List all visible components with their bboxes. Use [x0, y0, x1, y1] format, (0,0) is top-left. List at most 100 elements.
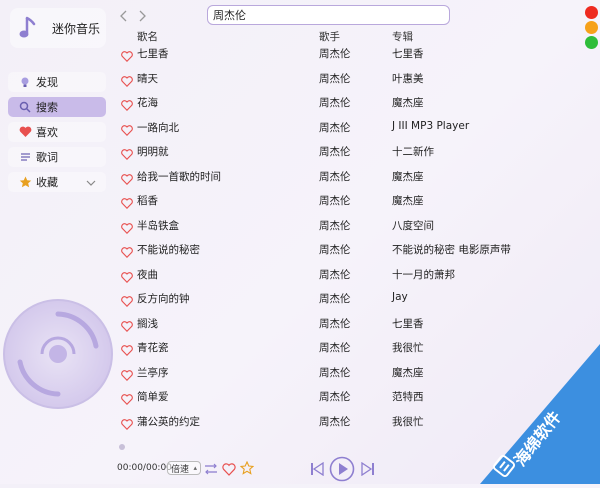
song-album: 魔杰座	[392, 366, 424, 379]
song-title: 给我一首歌的时间	[137, 170, 221, 183]
table-row[interactable]: 夜曲 周杰伦 十一月的萧邦	[0, 263, 520, 288]
song-album: 叶惠美	[392, 72, 424, 85]
song-album: 七里香	[392, 317, 424, 330]
next-button[interactable]	[360, 461, 376, 477]
heart-outline-icon[interactable]	[121, 145, 133, 160]
song-artist: 周杰伦	[319, 97, 351, 109]
song-album: 七里香	[392, 48, 424, 60]
like-button[interactable]	[222, 462, 236, 476]
heart-outline-icon[interactable]	[121, 366, 133, 381]
progress-handle[interactable]	[119, 444, 125, 450]
song-title: 蒲公英的约定	[137, 415, 200, 428]
table-row[interactable]: 搁浅 周杰伦 七里香	[0, 312, 520, 337]
song-album: Jay	[392, 291, 408, 303]
song-album: 魔杰座	[392, 195, 424, 207]
song-list: 七里香 周杰伦 七里香 晴天 周杰伦 叶惠美 花海 周杰伦 魔杰座 一路向北 周杰伦 J III MP…	[0, 42, 520, 434]
table-row[interactable]: 蒲公英的约定 周杰伦 我很忙	[0, 410, 520, 435]
song-album: J III MP3 Player	[392, 119, 470, 132]
table-row[interactable]: 晴天 周杰伦 叶惠美	[0, 67, 520, 92]
table-row[interactable]: 青花瓷 周杰伦 我很忙	[0, 336, 520, 361]
table-row[interactable]: 七里香 周杰伦 七里香	[0, 42, 520, 67]
list-loop-icon	[205, 463, 217, 475]
song-title: 一路向北	[137, 121, 179, 134]
chevron-right-icon	[139, 10, 146, 22]
heart-outline-icon[interactable]	[121, 121, 133, 136]
song-title: 兰亭序	[137, 366, 169, 379]
table-header: 歌名 歌手 专辑	[0, 29, 500, 43]
song-title: 晴天	[137, 72, 158, 85]
song-artist: 周杰伦	[319, 415, 351, 428]
table-row[interactable]: 兰亭序 周杰伦 魔杰座	[0, 361, 520, 386]
song-title: 夜曲	[137, 268, 158, 281]
speed-label: 倍速	[171, 464, 190, 475]
song-album: 范特西	[392, 391, 424, 403]
heart-outline-icon[interactable]	[121, 415, 133, 430]
heart-outline-icon[interactable]	[121, 96, 133, 111]
chevron-updown-icon: ▴	[193, 464, 197, 472]
song-album: 我很忙	[392, 342, 424, 354]
heart-outline-icon[interactable]	[121, 317, 133, 332]
forward-button[interactable]	[136, 10, 148, 22]
song-album: 不能说的秘密 电影原声带	[392, 244, 511, 256]
song-artist: 周杰伦	[319, 219, 351, 232]
table-row[interactable]: 花海 周杰伦 魔杰座	[0, 91, 520, 116]
play-icon	[329, 456, 355, 482]
collect-button[interactable]	[240, 461, 254, 475]
table-row[interactable]: 不能说的秘密 周杰伦 不能说的秘密 电影原声带	[0, 238, 520, 263]
song-title: 青花瓷	[137, 342, 169, 354]
speed-select[interactable]: 倍速 ▴	[167, 461, 201, 475]
song-artist: 周杰伦	[319, 268, 351, 281]
song-artist: 周杰伦	[319, 195, 351, 207]
heart-outline-icon[interactable]	[121, 341, 133, 356]
heart-outline-icon	[222, 462, 236, 476]
heart-outline-icon[interactable]	[121, 72, 133, 87]
skip-next-icon	[361, 462, 374, 476]
window-minimize-button[interactable]	[585, 21, 598, 34]
window-maximize-button[interactable]	[585, 36, 598, 49]
song-artist: 周杰伦	[319, 146, 351, 158]
song-album: 十一月的萧邦	[392, 268, 455, 281]
song-album: 十二新作	[392, 146, 434, 158]
song-artist: 周杰伦	[319, 293, 351, 305]
music-app-window: 迷你音乐 发现 搜索 喜欢 歌词 收藏 周杰伦 歌名 歌手 专辑 七里香 周杰伦…	[0, 0, 600, 484]
song-artist: 周杰伦	[319, 244, 351, 256]
song-album: 魔杰座	[392, 97, 424, 109]
play-button[interactable]	[329, 456, 355, 482]
heart-outline-icon[interactable]	[121, 268, 133, 283]
table-row[interactable]: 反方向的钟 周杰伦 Jay	[0, 287, 520, 312]
song-title: 七里香	[137, 48, 169, 60]
table-row[interactable]: 给我一首歌的时间 周杰伦 魔杰座	[0, 165, 520, 190]
song-artist: 周杰伦	[319, 48, 351, 60]
song-artist: 周杰伦	[319, 317, 351, 330]
play-mode-button[interactable]	[204, 462, 218, 476]
song-title: 简单爱	[137, 391, 169, 403]
watermark-logo: 海绵软件	[480, 324, 600, 484]
chevron-left-icon	[120, 10, 127, 22]
heart-outline-icon[interactable]	[121, 194, 133, 209]
song-title: 反方向的钟	[137, 293, 190, 305]
search-input[interactable]	[213, 8, 444, 21]
heart-outline-icon[interactable]	[121, 390, 133, 405]
search-box[interactable]	[207, 5, 450, 25]
song-album: 魔杰座	[392, 170, 424, 183]
time-display: 00:00/00:00	[117, 463, 172, 473]
heart-outline-icon[interactable]	[121, 219, 133, 234]
back-button[interactable]	[118, 10, 130, 22]
table-row[interactable]: 明明就 周杰伦 十二新作	[0, 140, 520, 165]
skip-previous-icon	[311, 462, 324, 476]
song-artist: 周杰伦	[319, 342, 351, 354]
table-row[interactable]: 半岛铁盒 周杰伦 八度空间	[0, 214, 520, 239]
window-close-button[interactable]	[585, 6, 598, 19]
song-artist: 周杰伦	[319, 170, 351, 183]
previous-button[interactable]	[309, 461, 325, 477]
song-title: 花海	[137, 97, 158, 109]
heart-outline-icon[interactable]	[121, 170, 133, 185]
song-album: 我很忙	[392, 415, 424, 428]
heart-outline-icon[interactable]	[121, 47, 133, 62]
heart-outline-icon[interactable]	[121, 243, 133, 258]
table-row[interactable]: 一路向北 周杰伦 J III MP3 Player	[0, 116, 520, 141]
heart-outline-icon[interactable]	[121, 292, 133, 307]
table-row[interactable]: 稻香 周杰伦 魔杰座	[0, 189, 520, 214]
song-artist: 周杰伦	[319, 72, 351, 85]
table-row[interactable]: 简单爱 周杰伦 范特西	[0, 385, 520, 410]
